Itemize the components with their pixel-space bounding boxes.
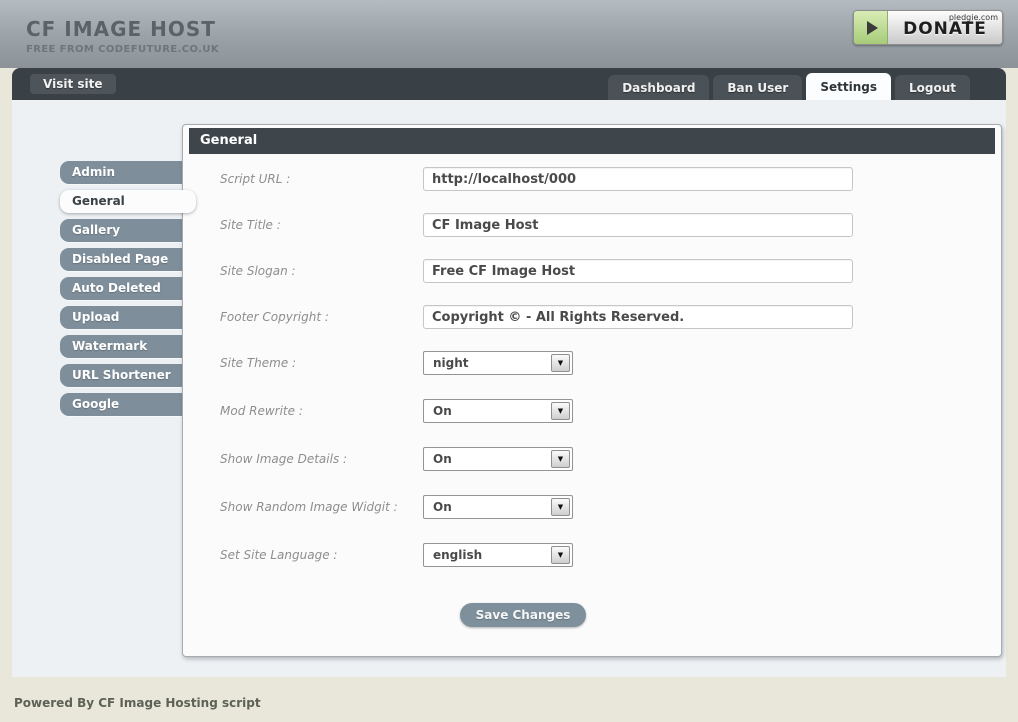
play-triangle-icon — [867, 21, 878, 35]
script-url-input[interactable] — [423, 167, 853, 191]
select-value: On — [424, 400, 572, 422]
mod-rewrite-label: Mod Rewrite : — [220, 404, 423, 418]
form-rows: Script URL : Site Title : Site Slogan : Foo… — [220, 167, 1001, 567]
tab-logout[interactable]: Logout — [895, 75, 970, 100]
save-changes-button[interactable]: Save Changes — [460, 603, 586, 627]
site-title-label: Site Title : — [220, 218, 423, 232]
select-value: On — [424, 448, 572, 470]
settings-form: Script URL : Site Title : Site Slogan : Foo… — [183, 154, 1001, 627]
form-row-site-title: Site Title : — [220, 213, 1001, 237]
app-logo: CF IMAGE HOST FREE FROM CODEFUTURE.CO.UK — [26, 17, 219, 55]
tab-ban-user[interactable]: Ban User — [713, 75, 802, 100]
form-row-site-slogan: Site Slogan : — [220, 259, 1001, 283]
sidebar-item-url-shortener[interactable]: URL Shortener — [60, 364, 190, 387]
sidebar-item-watermark[interactable]: Watermark — [60, 335, 190, 358]
script-url-label: Script URL : — [220, 172, 423, 186]
footer-text: Powered By CF Image Hosting script — [14, 696, 261, 710]
select-value: english — [424, 544, 572, 566]
dropdown-arrow-icon: ▼ — [551, 450, 570, 468]
sidebar-item-admin[interactable]: Admin — [60, 161, 190, 184]
site-title-input[interactable] — [423, 213, 853, 237]
dropdown-arrow-icon: ▼ — [551, 354, 570, 372]
panel-title: General — [189, 128, 995, 154]
form-row-set-site-language: Set Site Language :english▼ — [220, 543, 1001, 567]
sidebar-item-gallery[interactable]: Gallery — [60, 219, 190, 242]
tab-settings[interactable]: Settings — [806, 73, 891, 100]
visit-site-button[interactable]: Visit site — [30, 74, 116, 94]
donate-play-icon — [854, 11, 888, 44]
pledgie-label: pledgie.com — [949, 13, 998, 22]
page: CF IMAGE HOST FREE FROM CODEFUTURE.CO.UK… — [0, 0, 1018, 722]
sidebar-item-upload[interactable]: Upload — [60, 306, 190, 329]
donate-label: DONATE — [903, 19, 987, 39]
navbar: Visit site DashboardBan UserSettingsLogo… — [12, 68, 1006, 100]
site-slogan-input[interactable] — [423, 259, 853, 283]
dropdown-arrow-icon: ▼ — [551, 498, 570, 516]
form-row-mod-rewrite: Mod Rewrite :On▼ — [220, 399, 1001, 423]
tab-dashboard[interactable]: Dashboard — [608, 75, 709, 100]
sidebar-item-auto-deleted[interactable]: Auto Deleted — [60, 277, 190, 300]
footer-copyright-input[interactable] — [423, 305, 853, 329]
site-header: CF IMAGE HOST FREE FROM CODEFUTURE.CO.UK… — [0, 0, 1018, 68]
sidebar-item-general[interactable]: General — [60, 190, 196, 213]
form-row-site-theme: Site Theme :night▼ — [220, 351, 1001, 375]
set-site-language-label: Set Site Language : — [220, 548, 423, 562]
content-area: Admin General Gallery Disabled Page Auto Del… — [12, 100, 1006, 677]
sidebar-item-disabled-page[interactable]: Disabled Page — [60, 248, 190, 271]
nav-tabs: DashboardBan UserSettingsLogout — [608, 73, 970, 100]
show-image-details-label: Show Image Details : — [220, 452, 423, 466]
donate-main: pledgie.com DONATE — [888, 11, 1002, 44]
select-value: night — [424, 352, 572, 374]
footer-copyright-label: Footer Copyright : — [220, 310, 423, 324]
site-slogan-label: Site Slogan : — [220, 264, 423, 278]
site-theme-label: Site Theme : — [220, 356, 423, 370]
form-row-show-image-details: Show Image Details :On▼ — [220, 447, 1001, 471]
dropdown-arrow-icon: ▼ — [551, 546, 570, 564]
donate-button[interactable]: pledgie.com DONATE — [853, 10, 1003, 45]
show-image-details-select[interactable]: On▼ — [423, 447, 573, 471]
select-value: On — [424, 496, 572, 518]
sidebar-item-google[interactable]: Google — [60, 393, 190, 416]
form-row-show-random-image-widgit: Show Random Image Widgit :On▼ — [220, 495, 1001, 519]
logo-subtitle: FREE FROM CODEFUTURE.CO.UK — [26, 44, 219, 55]
dropdown-arrow-icon: ▼ — [551, 402, 570, 420]
site-theme-select[interactable]: night▼ — [423, 351, 573, 375]
logo-title: CF IMAGE HOST — [26, 17, 219, 41]
show-random-image-widgit-select[interactable]: On▼ — [423, 495, 573, 519]
mod-rewrite-select[interactable]: On▼ — [423, 399, 573, 423]
settings-panel: General Script URL : Site Title : Site Slo… — [182, 124, 1002, 657]
form-row-footer-copyright: Footer Copyright : — [220, 305, 1001, 329]
show-random-image-widgit-label: Show Random Image Widgit : — [220, 500, 423, 514]
form-row-script-url: Script URL : — [220, 167, 1001, 191]
set-site-language-select[interactable]: english▼ — [423, 543, 573, 567]
